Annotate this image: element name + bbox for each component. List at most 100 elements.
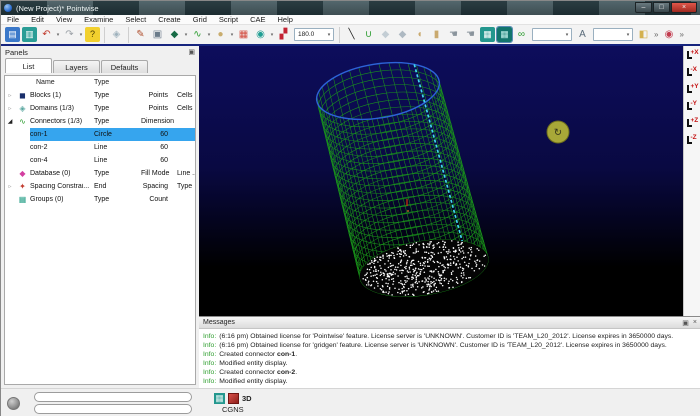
grab-hand2-icon[interactable]: ☚: [463, 27, 478, 42]
view-minusy-button[interactable]: -Y: [685, 99, 700, 114]
layers-gold-icon[interactable]: ◧: [636, 27, 651, 42]
maximize-button[interactable]: □: [653, 2, 670, 13]
spacing-combo-caret-icon[interactable]: ▾: [624, 32, 632, 38]
tree-row-groups-0-[interactable]: ▦Groups (0)TypeCount: [5, 193, 195, 206]
tree-row-name: Database (0): [30, 170, 92, 177]
surface-icon-caret-icon[interactable]: ▾: [229, 32, 235, 38]
domain-tool-icon[interactable]: ◆: [378, 27, 393, 42]
spacing-combo[interactable]: ▾: [593, 28, 633, 41]
line-tool-icon[interactable]: ╲: [344, 27, 359, 42]
view-minusz-button[interactable]: -Z: [685, 133, 700, 148]
tree-row-type: Type: [92, 92, 141, 99]
menu-grid[interactable]: Grid: [187, 15, 213, 25]
tree-row-value2: Line ...: [168, 170, 195, 177]
dimension-combo[interactable]: ▾: [532, 28, 572, 41]
menu-cae[interactable]: CAE: [244, 15, 271, 25]
title-bar[interactable]: (New Project)* Pointwise – □ ×: [1, 1, 700, 15]
expand-icon[interactable]: ▹: [5, 105, 15, 112]
undo-icon[interactable]: ↶: [39, 27, 54, 42]
messages-close-icon[interactable]: ×: [693, 319, 697, 326]
tree-row-connectors-1-3-[interactable]: ◢∿Connectors (1/3)TypeDimension: [5, 115, 195, 128]
redo-icon-caret-icon[interactable]: ▾: [78, 32, 84, 38]
menu-examine[interactable]: Examine: [78, 15, 119, 25]
tree-row-name: con-1: [30, 131, 92, 138]
panels-title: Panels: [5, 48, 28, 57]
collapse-icon[interactable]: ◢: [5, 118, 15, 125]
tree-row-con-1[interactable]: con-1Circle60: [5, 128, 195, 141]
solve-grid-active-icon[interactable]: ▦: [497, 27, 512, 42]
tab-defaults[interactable]: Defaults: [101, 60, 148, 73]
menu-help[interactable]: Help: [271, 15, 298, 25]
save-icon[interactable]: ▤: [5, 27, 20, 42]
tree-row-con-4[interactable]: con-4Line60: [5, 154, 195, 167]
solid-diamond-icon-caret-icon[interactable]: ▾: [183, 32, 189, 38]
tab-layers[interactable]: Layers: [53, 60, 100, 73]
view-plusz-button[interactable]: +Z: [685, 116, 700, 131]
panel-float-icon[interactable]: ▣: [188, 48, 195, 56]
surface-icon[interactable]: ●: [213, 27, 228, 42]
messages-float-icon[interactable]: ▣: [682, 319, 689, 327]
tree-row-blocks-1-[interactable]: ▹◼Blocks (1)TypePointsCells: [5, 89, 195, 102]
close-button[interactable]: ×: [671, 2, 697, 13]
wireframe-cube-icon[interactable]: ▣: [150, 27, 165, 42]
tree-row-value1: Points: [141, 105, 168, 112]
messages-log[interactable]: Info:(6:16 pm) Obtained license for 'Poi…: [199, 329, 700, 387]
status-field-1[interactable]: [34, 392, 192, 402]
spline-icon-caret-icon[interactable]: ▾: [206, 32, 212, 38]
cae-solver-cluster[interactable]: ▦ 3D CGNS: [214, 393, 252, 414]
mask-teal-icon-caret-icon[interactable]: ▾: [269, 32, 275, 38]
expand-icon[interactable]: ▹: [5, 92, 15, 99]
dimension-combo-caret-icon[interactable]: ▾: [563, 32, 571, 38]
help-icon[interactable]: ?: [85, 27, 100, 42]
menu-script[interactable]: Script: [213, 15, 244, 25]
transform-icon[interactable]: ▞: [276, 27, 291, 42]
menu-view[interactable]: View: [50, 15, 78, 25]
tree-row-type: Type: [92, 196, 141, 203]
menu-file[interactable]: File: [1, 15, 25, 25]
solve-grid-icon[interactable]: ▦: [480, 27, 495, 42]
tree-row-database-0-[interactable]: ◆Database (0)TypeFill ModeLine ...: [5, 167, 195, 180]
status-field-2[interactable]: [34, 404, 192, 414]
angle-combo[interactable]: 180.0▾: [294, 28, 334, 41]
message-line: Info:Created 1 domain.: [203, 386, 700, 387]
tree-row-con-2[interactable]: con-2Line60: [5, 141, 195, 154]
window-title: (New Project)* Pointwise: [16, 4, 99, 13]
toolbar-overflow-2[interactable]: »: [679, 30, 683, 39]
view-plusy-button[interactable]: +Y: [685, 82, 700, 97]
status-bar: ▦ 3D CGNS: [1, 388, 700, 416]
tree-row-domains-1-3-[interactable]: ▹◈Domains (1/3)TypePointsCells: [5, 102, 195, 115]
solid-diamond-icon[interactable]: ◆: [167, 27, 182, 42]
redo-icon[interactable]: ↷: [62, 27, 77, 42]
toolbar-overflow-1[interactable]: »: [654, 30, 658, 39]
tree-header-row: NameType: [5, 76, 195, 89]
tree-row-spacing-constrai-[interactable]: ▹✦Spacing Constrai...EndSpacingType: [5, 180, 195, 193]
extrude-block-icon[interactable]: ▮: [429, 27, 444, 42]
extrude-dome-icon[interactable]: ◖: [412, 27, 427, 42]
view-minusx-button[interactable]: -X: [685, 65, 700, 80]
jewel-icon[interactable]: ◈: [109, 27, 124, 42]
mask-red-icon[interactable]: ◉: [661, 27, 676, 42]
expand-icon[interactable]: ▹: [5, 183, 15, 190]
angle-combo-caret-icon[interactable]: ▾: [325, 32, 333, 38]
menu-edit[interactable]: Edit: [25, 15, 50, 25]
tree-row-name: Connectors (1/3): [30, 118, 92, 125]
menu-create[interactable]: Create: [152, 15, 187, 25]
mask-teal-icon[interactable]: ◉: [253, 27, 268, 42]
spacing-text-icon[interactable]: A: [575, 27, 590, 42]
menu-select[interactable]: Select: [119, 15, 152, 25]
block-icon: ◼: [15, 91, 30, 100]
domain-tool2-icon[interactable]: ◆: [395, 27, 410, 42]
open-project-icon[interactable]: ▥: [22, 27, 37, 42]
grab-hand-icon[interactable]: ☚: [446, 27, 461, 42]
paintbrush-icon[interactable]: ✎: [133, 27, 148, 42]
undo-icon-caret-icon[interactable]: ▾: [55, 32, 61, 38]
minimize-button[interactable]: –: [635, 2, 652, 13]
view-plusx-button[interactable]: +X: [685, 48, 700, 63]
tab-list[interactable]: List: [5, 58, 52, 73]
spline-icon[interactable]: ∿: [190, 27, 205, 42]
3d-viewport[interactable]: ↻: [199, 46, 683, 316]
palette-icon[interactable]: ▦: [236, 27, 251, 42]
spacing-icon: ✦: [15, 182, 30, 191]
connector-dimension-icon[interactable]: ∞: [514, 27, 529, 42]
curve-tool-icon[interactable]: ∪: [361, 27, 376, 42]
